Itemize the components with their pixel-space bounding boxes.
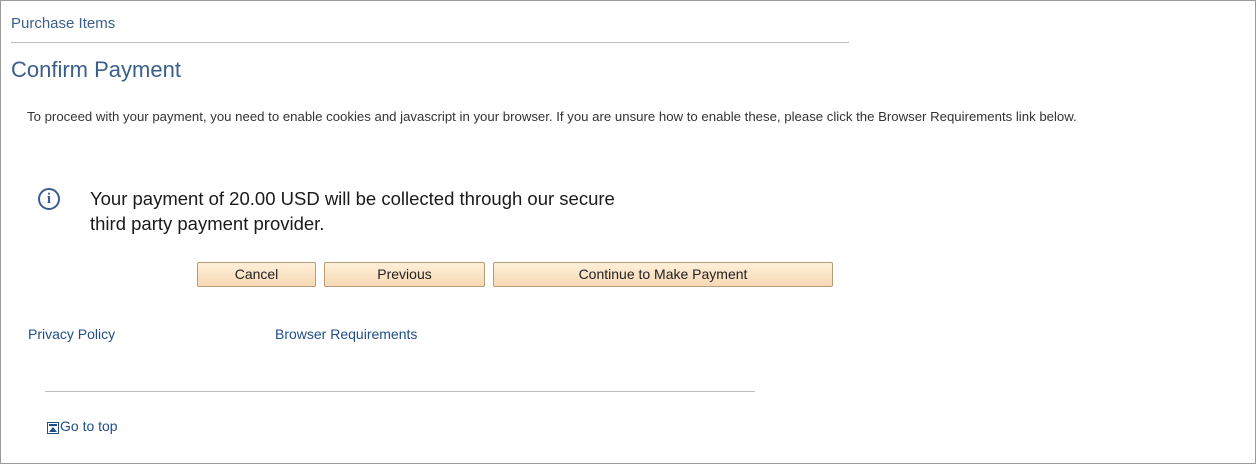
- info-icon: i: [38, 188, 60, 210]
- continue-to-make-payment-button[interactable]: Continue to Make Payment: [493, 262, 833, 287]
- go-to-top-link[interactable]: Go to top: [47, 418, 118, 434]
- privacy-policy-link[interactable]: Privacy Policy: [28, 326, 115, 342]
- cancel-button[interactable]: Cancel: [197, 262, 316, 287]
- payment-message-line2: third party payment provider.: [90, 213, 325, 234]
- page-title: Confirm Payment: [11, 57, 181, 82]
- go-to-top-label[interactable]: Go to top: [60, 418, 118, 434]
- payment-message-line1: Your payment of 20.00 USD will be collec…: [90, 188, 615, 209]
- footer-divider: [45, 391, 755, 392]
- browser-requirements-link[interactable]: Browser Requirements: [275, 326, 417, 342]
- breadcrumb-divider: [11, 42, 849, 43]
- page-frame: Purchase Items Confirm Payment To procee…: [0, 0, 1256, 464]
- instructions-text: To proceed with your payment, you need t…: [27, 109, 1077, 124]
- payment-message: Your payment of 20.00 USD will be collec…: [90, 186, 730, 236]
- breadcrumb: Purchase Items: [11, 15, 116, 32]
- previous-button[interactable]: Previous: [324, 262, 485, 287]
- go-to-top-icon[interactable]: [47, 422, 59, 434]
